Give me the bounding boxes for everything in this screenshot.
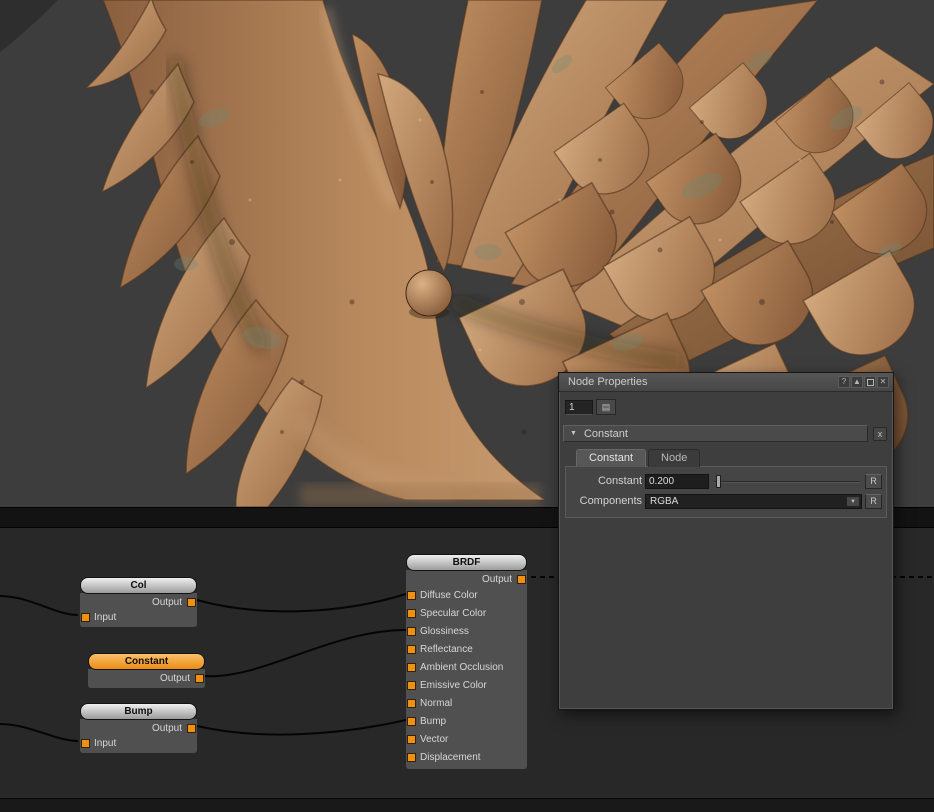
output-label: Output xyxy=(482,574,512,585)
slider-track xyxy=(714,481,860,483)
port-bump-output[interactable] xyxy=(187,724,196,733)
port-constant-output[interactable] xyxy=(195,674,204,683)
constant-reset-button[interactable]: R xyxy=(865,474,882,489)
input-label: Displacement xyxy=(420,752,481,763)
input-label: Ambient Occlusion xyxy=(420,662,503,673)
port-specular-color[interactable] xyxy=(407,609,416,618)
node-bump[interactable]: Bump Output Input xyxy=(80,703,197,753)
close-icon[interactable]: ✕ xyxy=(877,376,889,388)
port-bump[interactable] xyxy=(407,717,416,726)
chevron-down-icon[interactable]: ▼ xyxy=(846,496,860,507)
triangle-up-icon[interactable]: ▲ xyxy=(851,376,863,388)
wire-into-col-input xyxy=(0,596,78,615)
disclosure-triangle-icon[interactable]: ▼ xyxy=(570,430,577,437)
node-brdf-row-specular-color: Specular Color xyxy=(406,605,527,623)
input-label: Specular Color xyxy=(420,608,486,619)
node-col-header[interactable]: Col xyxy=(80,577,197,594)
components-dropdown[interactable]: RGBA ▼ xyxy=(645,494,862,509)
input-label: Reflectance xyxy=(420,644,473,655)
constant-label: Constant xyxy=(570,475,642,487)
window-icon[interactable] xyxy=(864,376,876,388)
output-label: Output xyxy=(152,723,182,734)
panel-toolbar: ▤ xyxy=(559,392,893,422)
output-label: Output xyxy=(160,673,190,684)
node-brdf-row-diffuse-color: Diffuse Color xyxy=(406,587,527,605)
wire-into-bump-input xyxy=(0,724,78,741)
node-bump-body: Output Input xyxy=(80,719,197,753)
node-brdf-row-normal: Normal xyxy=(406,695,527,713)
input-label: Normal xyxy=(420,698,452,709)
node-brdf-row-reflectance: Reflectance xyxy=(406,641,527,659)
node-brdf[interactable]: BRDF Output Diffuse Color Specular Color… xyxy=(406,554,527,769)
constant-slider[interactable] xyxy=(712,474,862,489)
node-brdf-row-displacement: Displacement xyxy=(406,749,527,767)
constant-section-header: ▼ Constant x xyxy=(559,422,893,444)
tab-node[interactable]: Node xyxy=(648,449,700,467)
panel-title: Node Properties xyxy=(568,376,837,388)
section-close-button[interactable]: x xyxy=(873,427,887,441)
node-bump-output-row: Output xyxy=(80,721,197,736)
output-label: Output xyxy=(152,597,182,608)
wire-bump-to-bump xyxy=(197,720,406,735)
constant-properties-group: Constant R Components RGBA ▼ R xyxy=(565,466,887,518)
section-title: Constant xyxy=(584,428,628,440)
node-col[interactable]: Col Output Input xyxy=(80,577,197,627)
port-ambient-occlusion[interactable] xyxy=(407,663,416,672)
port-reflectance[interactable] xyxy=(407,645,416,654)
node-brdf-row-ambient-occlusion: Ambient Occlusion xyxy=(406,659,527,677)
node-col-output-row: Output xyxy=(80,595,197,610)
port-vector[interactable] xyxy=(407,735,416,744)
components-label: Components xyxy=(570,495,642,507)
bottom-bar xyxy=(0,798,934,812)
node-brdf-row-glossiness: Glossiness xyxy=(406,623,527,641)
input-label: Glossiness xyxy=(420,626,469,637)
item-count-field[interactable] xyxy=(565,400,593,415)
port-displacement[interactable] xyxy=(407,753,416,762)
node-properties-panel[interactable]: Node Properties ? ▲ ✕ ▤ ▼ Constant x Con… xyxy=(558,372,894,710)
input-label: Vector xyxy=(420,734,448,745)
node-brdf-output-row: Output xyxy=(406,572,527,587)
node-brdf-row-vector: Vector xyxy=(406,731,527,749)
wire-col-to-diffuse xyxy=(197,594,406,611)
components-reset-button[interactable]: R xyxy=(865,494,882,509)
port-normal[interactable] xyxy=(407,699,416,708)
components-value: RGBA xyxy=(650,496,846,507)
node-brdf-row-bump: Bump xyxy=(406,713,527,731)
help-icon[interactable]: ? xyxy=(838,376,850,388)
section-bar[interactable]: ▼ Constant xyxy=(563,425,868,442)
port-col-output[interactable] xyxy=(187,598,196,607)
node-col-input-row: Input xyxy=(80,610,197,625)
panel-titlebar[interactable]: Node Properties ? ▲ ✕ xyxy=(559,373,893,392)
panel-tabs: Constant Node xyxy=(559,445,893,467)
node-constant-header[interactable]: Constant xyxy=(88,653,205,670)
tab-constant[interactable]: Constant xyxy=(576,449,646,467)
node-constant-output-row: Output xyxy=(88,671,205,686)
input-label: Input xyxy=(94,612,116,623)
input-label: Input xyxy=(94,738,116,749)
input-label: Diffuse Color xyxy=(420,590,478,601)
components-row: Components RGBA ▼ R xyxy=(570,491,882,511)
list-icon[interactable]: ▤ xyxy=(596,399,616,415)
constant-row: Constant R xyxy=(570,471,882,491)
constant-value-field[interactable] xyxy=(645,474,709,489)
node-brdf-header[interactable]: BRDF xyxy=(406,554,527,571)
node-bump-input-row: Input xyxy=(80,736,197,751)
wire-constant-to-glossiness xyxy=(204,630,406,676)
port-col-input[interactable] xyxy=(81,613,90,622)
port-glossiness[interactable] xyxy=(407,627,416,636)
slider-handle[interactable] xyxy=(716,475,721,488)
input-label: Emissive Color xyxy=(420,680,487,691)
port-diffuse-color[interactable] xyxy=(407,591,416,600)
node-brdf-row-emissive-color: Emissive Color xyxy=(406,677,527,695)
node-col-body: Output Input xyxy=(80,593,197,627)
node-bump-header[interactable]: Bump xyxy=(80,703,197,720)
node-constant-body: Output xyxy=(88,669,205,688)
port-bump-input[interactable] xyxy=(81,739,90,748)
node-brdf-body: Output Diffuse Color Specular Color Glos… xyxy=(406,570,527,769)
port-brdf-output[interactable] xyxy=(517,575,526,584)
statue-joint xyxy=(406,270,452,319)
input-label: Bump xyxy=(420,716,446,727)
port-emissive-color[interactable] xyxy=(407,681,416,690)
node-constant[interactable]: Constant Output xyxy=(88,653,205,688)
